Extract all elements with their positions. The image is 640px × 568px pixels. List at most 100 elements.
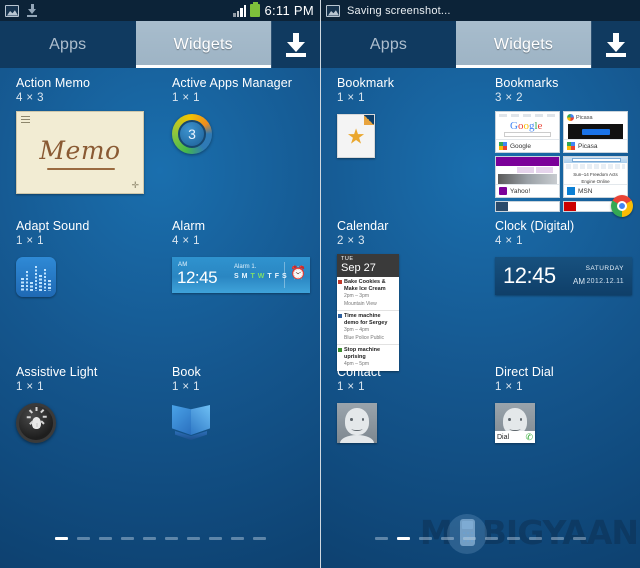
page-dot[interactable] xyxy=(120,537,134,540)
widget-adapt-sound[interactable]: Adapt Sound 1 × 1 xyxy=(16,219,89,297)
event-title: Stop machine uprising xyxy=(344,347,381,360)
page-indicator-left[interactable] xyxy=(0,537,320,540)
alarm-day: W xyxy=(257,273,265,280)
download-icon xyxy=(605,32,627,57)
page-dot[interactable] xyxy=(441,537,454,540)
widget-size: 1 × 1 xyxy=(172,92,200,104)
widget-size: 4 × 1 xyxy=(172,235,200,247)
favicon xyxy=(499,142,507,150)
widget-preview: Google Google Picasa Picasa Yahoo! Sun–1… xyxy=(495,111,633,217)
widget-size: 3 × 2 xyxy=(495,92,523,104)
page-dot[interactable] xyxy=(397,537,410,540)
page-dot[interactable] xyxy=(375,537,388,540)
event-place: Mountain View xyxy=(344,300,377,307)
alarm-time: 12:45 xyxy=(177,268,218,287)
tab-widgets[interactable]: Widgets xyxy=(135,21,271,68)
download-status-icon xyxy=(26,4,38,17)
page-dot[interactable] xyxy=(142,537,156,540)
page-dot[interactable] xyxy=(419,537,432,540)
page-dot[interactable] xyxy=(230,537,244,540)
calendar-event: Time machine demo for Sergey 3pm – 4pm B… xyxy=(337,311,399,345)
widget-bookmarks[interactable]: Bookmarks 3 × 2 Google Google Picasa Pic… xyxy=(495,76,633,217)
event-title: Bake Cookies & Make Ice Cream xyxy=(344,279,386,292)
bookmarks-extra-row xyxy=(495,201,629,212)
divider xyxy=(284,262,285,288)
bookmark-label: Yahoo! xyxy=(510,187,531,195)
event-place: Blue Police Public xyxy=(344,334,385,341)
page-dot[interactable] xyxy=(485,537,498,540)
widget-preview xyxy=(337,403,381,443)
alarm-label: Alarm 1. xyxy=(234,264,257,270)
widget-grid-right: Bookmark 1 × 1 ★ Bookmarks 3 × 2 Google … xyxy=(321,68,640,522)
alarm-day: M xyxy=(241,273,248,280)
calendar-event: Bake Cookies & Make Ice Cream 2pm – 3pm … xyxy=(337,277,399,311)
page-dot[interactable] xyxy=(573,537,586,540)
plus-icon: ✛ xyxy=(131,180,139,190)
download-button[interactable] xyxy=(592,21,640,68)
tab-apps[interactable]: Apps xyxy=(0,21,136,68)
widget-calendar[interactable]: Calendar 2 × 3 TUE Sep 27 Bake Cookies &… xyxy=(337,219,399,371)
widget-preview: ★ xyxy=(337,114,394,158)
page-dot[interactable] xyxy=(164,537,178,540)
page-dot[interactable] xyxy=(98,537,112,540)
page-dot[interactable] xyxy=(208,537,222,540)
widget-book[interactable]: Book 1 × 1 xyxy=(172,365,210,441)
dial-label: Dial xyxy=(497,433,510,441)
widget-preview: 12:45 AM SATURDAY 2012.12.11 xyxy=(495,257,632,295)
clock-ampm: AM xyxy=(573,277,585,286)
widget-active-apps-manager[interactable]: Active Apps Manager 1 × 1 3 xyxy=(172,76,292,154)
widget-title: Calendar xyxy=(337,219,389,233)
screenshot-pair: 6:11 PM Apps Widgets Action Memo 4 × 3 M… xyxy=(0,0,640,568)
widget-title: Alarm xyxy=(172,219,206,233)
favicon xyxy=(567,187,575,195)
page-dot[interactable] xyxy=(507,537,520,540)
page-dot[interactable] xyxy=(186,537,200,540)
widget-assistive-light[interactable]: Assistive Light 1 × 1 xyxy=(16,365,97,443)
alarm-day: S xyxy=(234,273,239,280)
widget-contact[interactable]: Contact 1 × 1 xyxy=(337,365,381,443)
book-icon xyxy=(172,403,210,441)
phone-icon: ✆ xyxy=(525,431,533,442)
bookmark-star-icon: ★ xyxy=(337,114,375,158)
bookmark-label: Google xyxy=(510,142,531,150)
widget-size: 1 × 1 xyxy=(16,235,44,247)
alarm-day: T xyxy=(267,273,272,280)
widget-action-memo[interactable]: Action Memo 4 × 3 Memo ✛ xyxy=(16,76,144,194)
widget-size: 4 × 3 xyxy=(16,92,44,104)
widget-title: Action Memo xyxy=(16,76,91,90)
memo-preview: Memo ✛ xyxy=(16,111,144,194)
event-time: 2pm – 3pm xyxy=(344,293,370,299)
signal-icon xyxy=(233,4,247,17)
widget-title: Direct Dial xyxy=(495,365,554,379)
alarm-clock-icon: ⏰ xyxy=(290,265,307,280)
page-dot[interactable] xyxy=(551,537,564,540)
bookmark-thumb-msn: Sun–14 Freedom Acts Engine Online MSN xyxy=(563,156,628,198)
phone-screen-right: Saving screenshot... Apps Widgets Bookma… xyxy=(320,0,640,568)
widget-clock-digital[interactable]: Clock (Digital) 4 × 1 12:45 AM SATURDAY … xyxy=(495,219,632,295)
page-dot[interactable] xyxy=(463,537,476,540)
memo-text: Memo xyxy=(39,136,121,165)
download-button[interactable] xyxy=(272,21,320,68)
direct-dial-avatar-icon: Dial ✆ xyxy=(495,403,535,443)
widget-grid-left: Action Memo 4 × 3 Memo ✛ Active Apps Man… xyxy=(0,68,320,522)
status-bar: Saving screenshot... xyxy=(321,0,640,21)
page-dot[interactable] xyxy=(252,537,266,540)
widget-direct-dial[interactable]: Direct Dial 1 × 1 Dial ✆ xyxy=(495,365,554,443)
widget-bookmark[interactable]: Bookmark 1 × 1 ★ xyxy=(337,76,394,158)
page-dot[interactable] xyxy=(76,537,90,540)
tab-widgets[interactable]: Widgets xyxy=(456,21,591,68)
alarm-preview: AM 12:45 Alarm 1. S M T W T F S ⏰ xyxy=(172,257,310,293)
clock-preview: 12:45 AM SATURDAY 2012.12.11 xyxy=(495,257,632,295)
tab-apps[interactable]: Apps xyxy=(321,21,456,68)
widget-title: Bookmarks xyxy=(495,76,559,90)
widget-preview xyxy=(16,403,97,443)
status-bar: 6:11 PM xyxy=(0,0,320,21)
widget-alarm[interactable]: Alarm 4 × 1 AM 12:45 Alarm 1. S M T W T xyxy=(172,219,310,293)
widget-size: 1 × 1 xyxy=(16,381,44,393)
widget-preview xyxy=(16,257,89,297)
image-icon xyxy=(326,4,340,17)
page-indicator-right[interactable] xyxy=(321,537,640,540)
page-dot[interactable] xyxy=(54,537,68,540)
bookmarks-grid: Google Google Picasa Picasa Yahoo! Sun–1… xyxy=(495,111,633,217)
page-dot[interactable] xyxy=(529,537,542,540)
